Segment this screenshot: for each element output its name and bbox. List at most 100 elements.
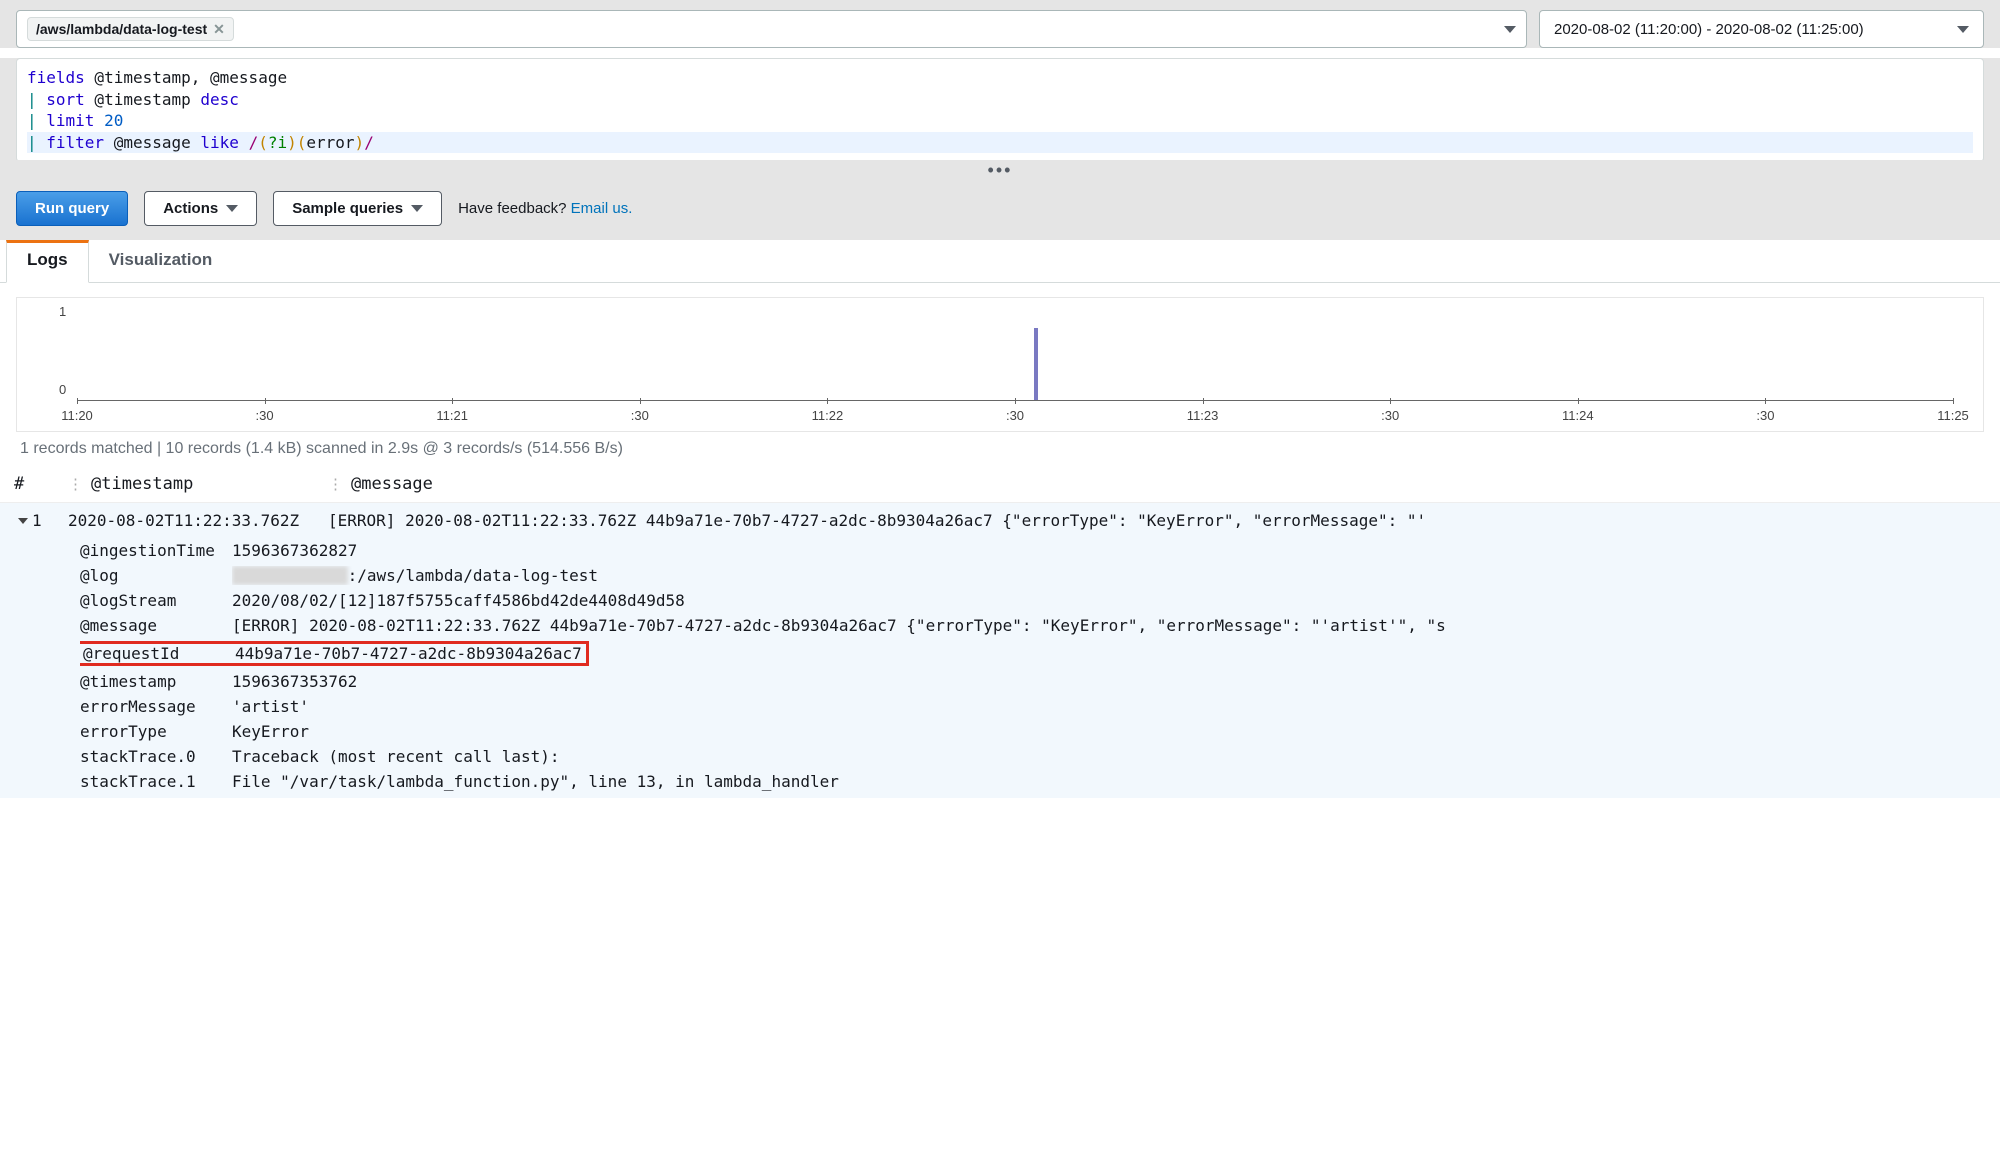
- query-line-2: | sort @timestamp desc: [27, 89, 1973, 111]
- detail-key: @ingestionTime: [80, 541, 232, 560]
- chart-tick: [1578, 398, 1579, 404]
- row-index: 1: [32, 511, 42, 530]
- detail-key: stackTrace.0: [80, 747, 232, 766]
- detail-value: 1596367353762: [232, 672, 1986, 691]
- chart-tick: [1203, 398, 1204, 404]
- detail-value: [ERROR] 2020-08-02T11:22:33.762Z 44b9a71…: [232, 616, 1986, 635]
- log-details: @ingestionTime1596367362827@log000000000…: [0, 534, 2000, 798]
- detail-row: stackTrace.0Traceback (most recent call …: [80, 744, 1986, 769]
- caret-down-icon: [1504, 26, 1516, 33]
- sample-queries-button[interactable]: Sample queries: [273, 191, 442, 226]
- detail-row: errorTypeKeyError: [80, 719, 1986, 744]
- chart-xlabel: :30: [631, 408, 649, 423]
- detail-row: @requestId44b9a71e-70b7-4727-a2dc-8b9304…: [80, 638, 1986, 669]
- query-editor[interactable]: fields @timestamp, @message | sort @time…: [16, 58, 1984, 162]
- detail-key: errorMessage: [80, 697, 232, 716]
- detail-key: @message: [80, 616, 232, 635]
- col-hash[interactable]: #: [14, 474, 68, 494]
- detail-key: stackTrace.1: [80, 772, 232, 791]
- chart-tick: [1765, 398, 1766, 404]
- chart-xlabel: :30: [256, 408, 274, 423]
- detail-key: @timestamp: [80, 672, 232, 691]
- detail-value: File "/var/task/lambda_function.py", lin…: [232, 772, 1986, 791]
- query-line-3: | limit 20: [27, 110, 1973, 132]
- detail-value: 1596367362827: [232, 541, 1986, 560]
- detail-row: @message[ERROR] 2020-08-02T11:22:33.762Z…: [80, 613, 1986, 638]
- tabs: Logs Visualization: [0, 240, 2000, 283]
- time-range-select[interactable]: 2020-08-02 (11:20:00) - 2020-08-02 (11:2…: [1539, 10, 1984, 48]
- log-group-name: /aws/lambda/data-log-test: [36, 21, 207, 37]
- drag-handle-icon[interactable]: [328, 474, 345, 494]
- run-query-label: Run query: [35, 200, 109, 217]
- chart-tick: [1953, 398, 1954, 404]
- row-timestamp: 2020-08-02T11:22:33.762Z: [68, 511, 328, 530]
- detail-value: Traceback (most recent call last):: [232, 747, 1986, 766]
- chart-xlabel: :30: [1006, 408, 1024, 423]
- chart-ylabel-0: 0: [59, 382, 66, 397]
- chart-tick: [827, 398, 828, 404]
- tab-logs[interactable]: Logs: [6, 240, 89, 283]
- email-us-link[interactable]: Email us.: [571, 200, 633, 217]
- detail-row: @logStream2020/08/02/[12]187f5755caff458…: [80, 588, 1986, 613]
- chart-tick: [452, 398, 453, 404]
- detail-value: 2020/08/02/[12]187f5755caff4586bd42de440…: [232, 591, 1986, 610]
- editor-resize-handle[interactable]: •••: [0, 160, 2000, 181]
- chart-xlabel: 11:24: [1562, 408, 1594, 423]
- chart-axis: [77, 329, 1953, 401]
- expand-icon: [18, 518, 28, 524]
- scan-stats: 1 records matched | 10 records (1.4 kB) …: [0, 432, 2000, 466]
- chart-tick: [640, 398, 641, 404]
- caret-down-icon: [226, 205, 238, 212]
- chart-tick: [1015, 398, 1016, 404]
- row-toggle[interactable]: 1: [14, 511, 68, 530]
- detail-row: stackTrace.1File "/var/task/lambda_funct…: [80, 769, 1986, 794]
- caret-down-icon: [1957, 26, 1969, 33]
- remove-chip-icon[interactable]: ✕: [213, 22, 225, 36]
- redacted-text: 000000000000: [232, 566, 348, 585]
- log-table-header: # @timestamp @message: [0, 466, 2000, 503]
- chart-bar: [1034, 328, 1038, 400]
- chart-ylabel-1: 1: [59, 304, 66, 319]
- caret-down-icon: [411, 205, 423, 212]
- detail-key: errorType: [80, 722, 232, 741]
- chart-xlabel: 11:20: [61, 408, 93, 423]
- actions-button[interactable]: Actions: [144, 191, 257, 226]
- detail-value: 000000000000:/aws/lambda/data-log-test: [232, 566, 1986, 585]
- time-range-text: 2020-08-02 (11:20:00) - 2020-08-02 (11:2…: [1554, 21, 1864, 38]
- chart-xlabel: :30: [1381, 408, 1399, 423]
- tab-visualization[interactable]: Visualization: [89, 240, 233, 282]
- col-timestamp[interactable]: @timestamp: [68, 474, 328, 494]
- chart-xlabel: :30: [1756, 408, 1774, 423]
- chart-xlabel: 11:23: [1187, 408, 1219, 423]
- col-message[interactable]: @message: [328, 474, 1986, 494]
- detail-row: @log000000000000:/aws/lambda/data-log-te…: [80, 563, 1986, 588]
- drag-handle-icon[interactable]: [68, 474, 85, 494]
- detail-value: 'artist': [232, 697, 1986, 716]
- log-group-select[interactable]: /aws/lambda/data-log-test ✕: [16, 10, 1527, 48]
- detail-key: @log: [80, 566, 232, 585]
- query-line-4: | filter @message like /(?i)(error)/: [27, 132, 1973, 154]
- chart-xlabel: 11:25: [1937, 408, 1969, 423]
- chart-tick: [77, 398, 78, 404]
- detail-row: @timestamp1596367353762: [80, 669, 1986, 694]
- run-query-button[interactable]: Run query: [16, 191, 128, 226]
- chart-tick: [1390, 398, 1391, 404]
- feedback-text: Have feedback? Email us.: [458, 200, 632, 217]
- chart-xlabel: 11:21: [436, 408, 468, 423]
- log-group-chip[interactable]: /aws/lambda/data-log-test ✕: [27, 17, 234, 41]
- log-row[interactable]: 1 2020-08-02T11:22:33.762Z [ERROR] 2020-…: [0, 503, 2000, 534]
- query-line-1: fields @timestamp, @message: [27, 67, 1973, 89]
- detail-row: errorMessage'artist': [80, 694, 1986, 719]
- row-message: [ERROR] 2020-08-02T11:22:33.762Z 44b9a71…: [328, 511, 1986, 530]
- detail-key: @requestId: [83, 644, 235, 663]
- detail-row: @ingestionTime1596367362827: [80, 538, 1986, 563]
- detail-value: 44b9a71e-70b7-4727-a2dc-8b9304a26ac7: [235, 644, 582, 663]
- detail-key: @logStream: [80, 591, 232, 610]
- detail-value: KeyError: [232, 722, 1986, 741]
- histogram-chart[interactable]: 1 0 11:20 :30 11:21 :30 11:22 :30 11:23 :30 11:2…: [16, 297, 1984, 432]
- chart-tick: [265, 398, 266, 404]
- sample-queries-label: Sample queries: [292, 200, 403, 217]
- highlighted-detail: @requestId44b9a71e-70b7-4727-a2dc-8b9304…: [80, 641, 589, 666]
- chart-xlabel: 11:22: [812, 408, 844, 423]
- actions-label: Actions: [163, 200, 218, 217]
